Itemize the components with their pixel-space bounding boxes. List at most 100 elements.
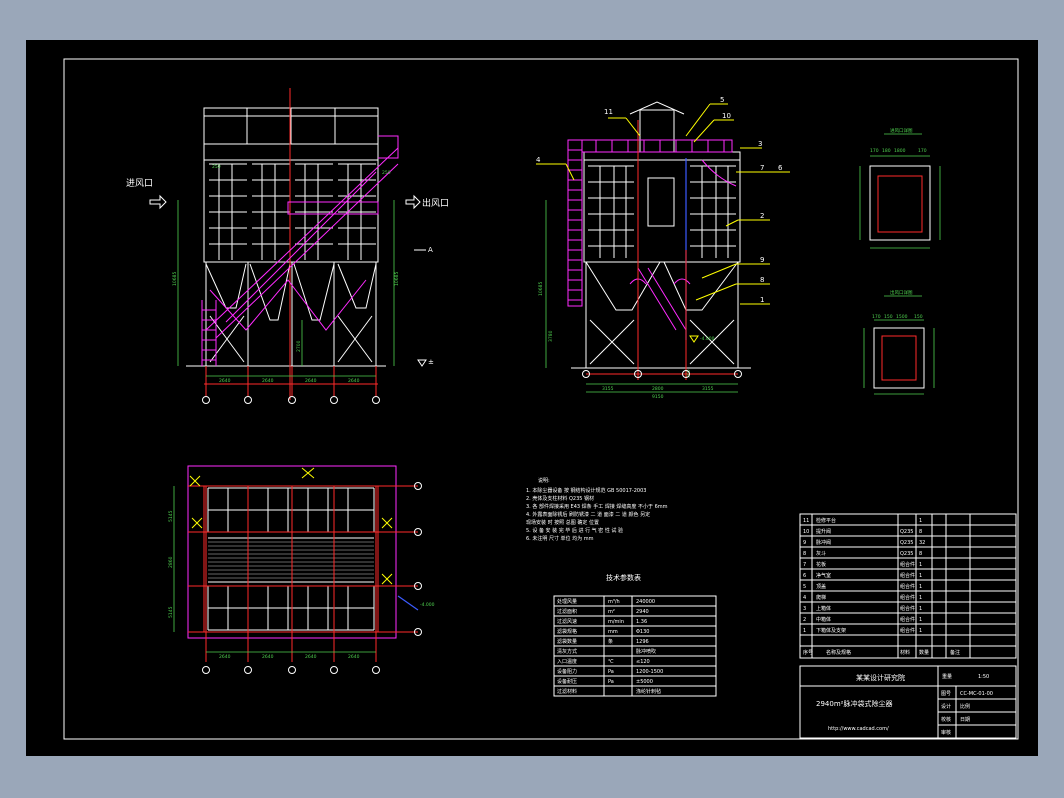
callout-9: 9 [760, 256, 764, 264]
svg-text:Q235: Q235 [900, 529, 913, 535]
svg-text:中箱体: 中箱体 [816, 616, 831, 623]
callout-10: 10 [722, 112, 731, 120]
callout-2: 2 [760, 212, 764, 220]
svg-text:检修平台: 检修平台 [816, 517, 836, 524]
front-dim-bay-4: 2640 [348, 378, 360, 384]
svg-text:组合件: 组合件 [900, 572, 915, 579]
svg-text:组合件: 组合件 [900, 594, 915, 601]
svg-text:10: 10 [803, 529, 809, 535]
svg-text:6: 6 [803, 573, 806, 579]
ground-mark: ± [428, 358, 434, 366]
front-dim-bay-2: 2640 [262, 378, 274, 384]
plan-dim-left-bot: 5145 [168, 606, 174, 618]
detail-bottom-dim-1: 170 [872, 314, 881, 320]
svg-text:顶盖: 顶盖 [816, 583, 826, 590]
svg-text:条: 条 [608, 638, 613, 645]
svg-text:m/min: m/min [608, 619, 624, 625]
svg-text:1296: 1296 [636, 639, 649, 645]
svg-text:8: 8 [803, 551, 806, 557]
svg-text:3: 3 [803, 606, 806, 612]
svg-text:组合件: 组合件 [900, 561, 915, 568]
note-line-1: 1. 本除尘器设备 按 钢结构设计规范 GB 50017-2003 [526, 487, 646, 494]
callout-4: 4 [536, 156, 541, 164]
svg-text:m³/h: m³/h [608, 599, 620, 605]
svg-text:净气室: 净气室 [816, 572, 831, 579]
tech-parameter-table: 技术参数表 处理风量 m³/h 240000 过滤面积 m² 2940 过滤风速 m/mi… [553, 573, 717, 697]
svg-text:组合件: 组合件 [900, 616, 915, 623]
inlet-arrow-icon [149, 194, 167, 210]
side-dim-total: 9150 [652, 394, 664, 400]
svg-text:过滤风速: 过滤风速 [557, 618, 577, 625]
front-elevation-view: 10685 10685 2700 250 250 2640 2640 2640 … [126, 88, 449, 404]
svg-text:9: 9 [803, 540, 806, 546]
callout-5: 5 [720, 96, 724, 104]
svg-text:1200-1500: 1200-1500 [636, 669, 663, 675]
front-dim-top-left: 250 [212, 164, 221, 170]
svg-text:处理风量: 处理风量 [557, 598, 577, 605]
parts-list-table: 11 检修平台 1 10 提升阀 Q235 8 9 脉冲阀 Q235 32 8 灰斗 Q235 8 7… [799, 513, 1017, 659]
svg-text:1: 1 [919, 606, 922, 612]
plan-dim-bay-3: 2640 [305, 654, 317, 660]
svg-text:Q235: Q235 [900, 551, 913, 557]
front-dim-bay-3: 2640 [305, 378, 317, 384]
svg-text:Pa: Pa [608, 669, 614, 675]
note-line-7: 6. 未注明 尺寸 单位 均为 mm [526, 535, 594, 542]
front-dim-right-height: 10685 [394, 272, 400, 286]
inlet-detail-view: 进风口详图 170 180 1800 170 [859, 127, 941, 249]
side-dim-bay-3: 3155 [702, 386, 714, 392]
note-line-3: 3. 各 部件焊接采用 E43 焊条 手工 焊接 焊缝高度 不小于 6mm [526, 503, 668, 510]
svg-text:7: 7 [803, 562, 806, 568]
drawing-number: CC-MC-01-00 [960, 691, 993, 697]
cad-drawing-viewport[interactable]: 10685 10685 2700 250 250 2640 2640 2640 … [26, 40, 1038, 756]
plan-dim-bay-1: 2640 [219, 654, 231, 660]
side-dim-height: 10685 [538, 282, 544, 296]
front-dim-bay-1: 2640 [219, 378, 231, 384]
svg-text:上箱体: 上箱体 [816, 605, 831, 612]
svg-text:花板: 花板 [816, 561, 826, 568]
callout-3: 3 [758, 140, 762, 148]
svg-text:℃: ℃ [608, 659, 614, 665]
outlet-detail-view: 出风口详图 170 150 1500 150 [863, 289, 935, 395]
detail-top-dim-3: 1800 [894, 148, 906, 154]
svg-text:11: 11 [803, 518, 809, 524]
svg-text:组合件: 组合件 [900, 605, 915, 612]
side-elevation-view: 10685 3780 3155 2800 3155 9150 300 -4.00… [536, 96, 790, 400]
svg-text:材料: 材料 [900, 649, 910, 656]
drawing-canvas: 10685 10685 2700 250 250 2640 2640 2640 … [63, 58, 1019, 740]
mass-label: 重量 [942, 673, 952, 680]
note-line-4: 4. 外露表面除锈后 刷防锈漆 二 道 面漆 二 道 颜色 另定 [526, 511, 650, 518]
svg-text:序号: 序号 [803, 649, 813, 656]
callout-8: 8 [760, 276, 764, 284]
svg-text:1: 1 [803, 628, 806, 634]
svg-text:1: 1 [919, 518, 922, 524]
svg-text:下箱体及支架: 下箱体及支架 [816, 627, 846, 634]
scale-label: 比例 [960, 703, 970, 710]
svg-text:组合件: 组合件 [900, 627, 915, 634]
svg-text:1: 1 [919, 595, 922, 601]
svg-text:设备阻力: 设备阻力 [557, 668, 577, 675]
notes-title: 说明: [538, 477, 550, 484]
svg-text:设备耐压: 设备耐压 [557, 678, 577, 685]
section-mark-a: A [428, 246, 433, 254]
side-elev-icon [689, 335, 699, 343]
callout-1: 1 [760, 296, 764, 304]
sheet-label: 图号 [941, 691, 951, 697]
svg-text:2: 2 [803, 617, 806, 623]
svg-text:组合件: 组合件 [900, 583, 915, 590]
svg-text:备注: 备注 [950, 649, 960, 656]
svg-text:5: 5 [803, 584, 806, 590]
svg-text:8: 8 [919, 551, 922, 557]
svg-text:≤120: ≤120 [636, 659, 650, 665]
detail-bottom-title: 出风口详图 [890, 289, 913, 296]
front-dim-left-height: 10685 [172, 272, 178, 286]
plan-dim-bay-4: 2640 [348, 654, 360, 660]
svg-text:8: 8 [919, 529, 922, 535]
check-label: 校核 [941, 716, 951, 723]
svg-text:1: 1 [919, 617, 922, 623]
svg-text:入口温度: 入口温度 [557, 658, 577, 665]
detail-top-dim-4: 170 [918, 148, 927, 154]
svg-text:Pa: Pa [608, 679, 614, 685]
side-dim-leg: 3780 [548, 330, 554, 342]
svg-text:240000: 240000 [636, 599, 655, 605]
scale-value: 1:50 [978, 674, 989, 680]
